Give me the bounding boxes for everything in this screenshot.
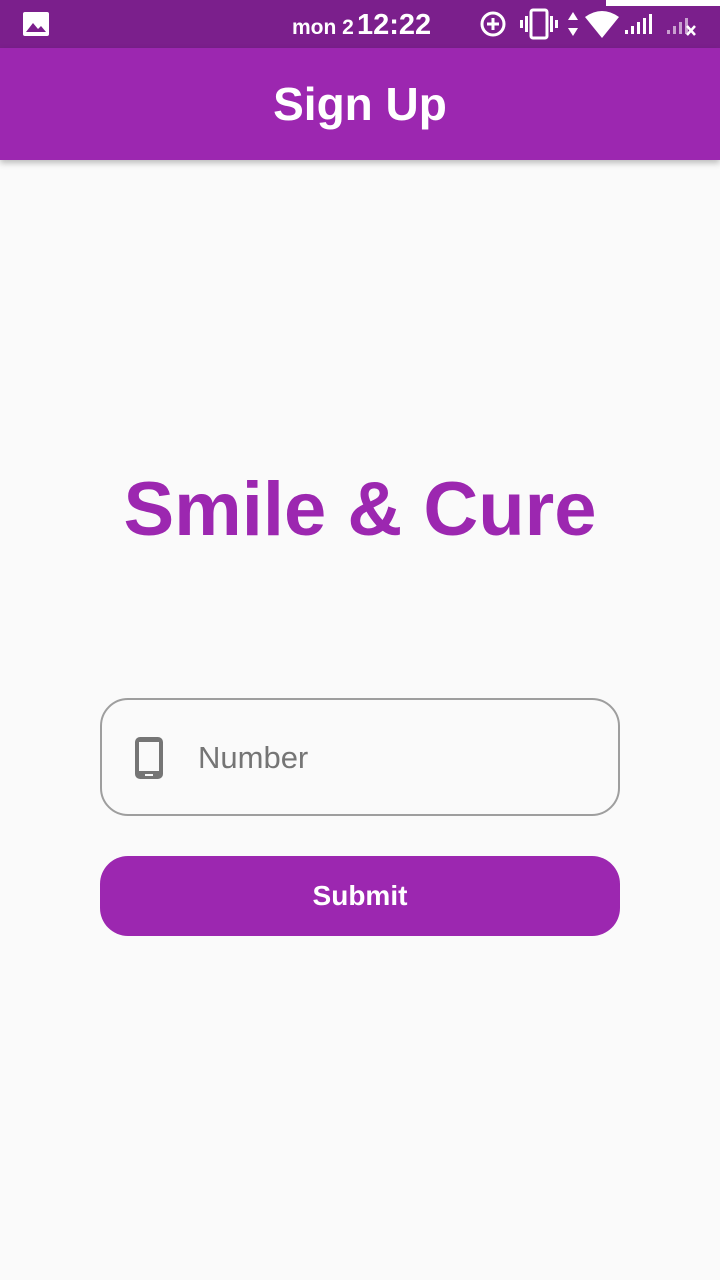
vibrate-icon	[520, 8, 558, 45]
gallery-icon	[23, 12, 49, 36]
status-bar-progress	[606, 0, 720, 6]
phone-icon	[135, 737, 163, 779]
brand-title: Smile & Cure	[123, 467, 597, 552]
submit-button[interactable]: Submit	[100, 856, 620, 936]
data-transfer-icon	[566, 8, 580, 45]
status-day: mon 2	[292, 16, 354, 39]
wifi-icon	[584, 8, 620, 45]
phone-number-input[interactable]	[196, 730, 590, 786]
app-bar: Sign Up	[0, 48, 720, 160]
no-signal-icon	[666, 8, 698, 45]
page-title: Sign Up	[273, 78, 447, 130]
status-time: 12:22	[357, 9, 432, 41]
status-bar: mon 2 12:22	[0, 0, 720, 48]
phone-number-field[interactable]	[100, 698, 620, 816]
data-saver-icon	[478, 8, 508, 45]
signal-icon	[624, 8, 654, 45]
